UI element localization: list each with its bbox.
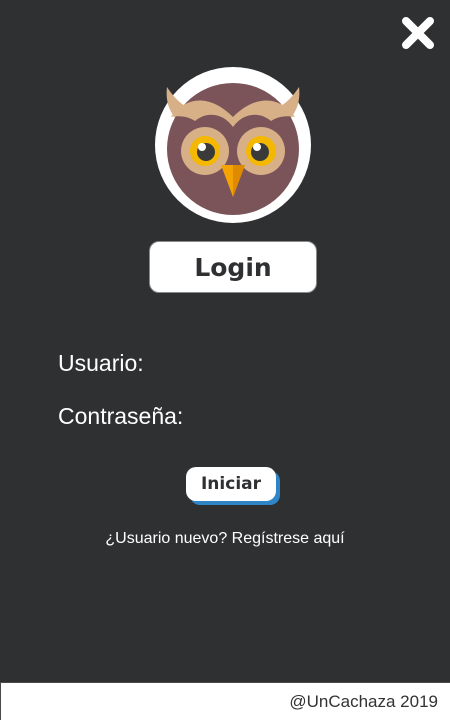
app-logo xyxy=(153,65,313,225)
password-label: Contraseña: xyxy=(58,403,184,429)
username-label: Usuario: xyxy=(58,350,144,376)
page-title: Login xyxy=(149,241,317,293)
login-button[interactable]: Iniciar xyxy=(186,467,276,501)
footer: @UnCachaza 2019 xyxy=(0,682,450,720)
username-field[interactable] xyxy=(152,349,412,377)
footer-credit: @UnCachaza 2019 xyxy=(289,692,438,711)
owl-icon xyxy=(155,67,311,223)
close-button[interactable] xyxy=(400,15,436,51)
password-field[interactable] xyxy=(192,402,412,430)
close-x-icon xyxy=(402,17,434,49)
register-link[interactable]: ¿Usuario nuevo? Regístrese aquí xyxy=(0,529,450,549)
